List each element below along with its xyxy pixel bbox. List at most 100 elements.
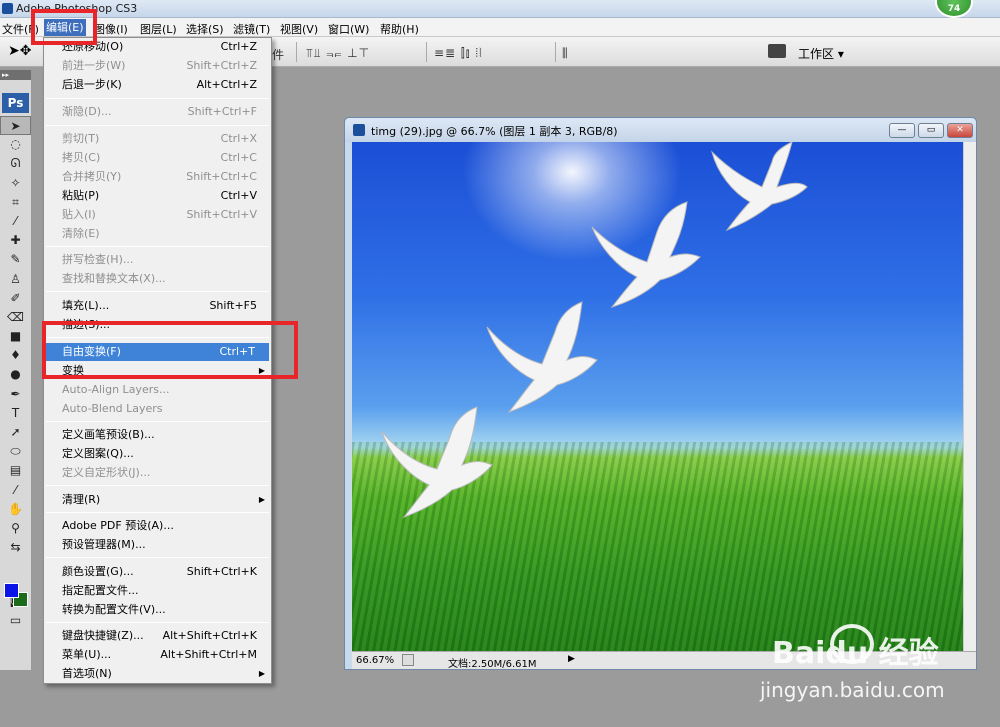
menu-item-cut[interactable]: 剪切(T) Ctrl+X: [44, 130, 271, 148]
app-title-bar: Adobe Photoshop CS3: [0, 0, 1000, 18]
menu-item-auto-align[interactable]: Auto-Align Layers...: [44, 381, 271, 399]
screen-mode-icon[interactable]: ▭: [0, 611, 31, 630]
workspace-icon[interactable]: [768, 44, 786, 58]
history-brush-icon[interactable]: ✐: [0, 289, 31, 308]
menu-layer[interactable]: 图层(L): [140, 21, 177, 37]
vertical-scrollbar[interactable]: [963, 142, 976, 651]
menu-item-define-pattern[interactable]: 定义图案(Q)...: [44, 445, 271, 463]
submenu-arrow-icon: ▶: [258, 669, 265, 678]
blur-tool-icon[interactable]: ♦: [0, 346, 31, 365]
menu-image[interactable]: 图像(I): [94, 21, 128, 37]
magic-wand-icon[interactable]: ✧: [0, 174, 31, 193]
lasso-tool-icon[interactable]: ᘏ: [0, 154, 31, 173]
menu-item-clear[interactable]: 清除(E): [44, 225, 271, 243]
submenu-arrow-icon: ▶: [258, 366, 265, 375]
menu-item-pdf-presets[interactable]: Adobe PDF 预设(A)...: [44, 517, 271, 535]
menu-item-stroke[interactable]: 描边(S)...: [44, 316, 271, 334]
foreground-color-swatch[interactable]: [4, 583, 19, 598]
close-button[interactable]: ✕: [947, 123, 973, 138]
menu-item-fill[interactable]: 填充(L)... Shift+F5: [44, 297, 271, 315]
gradient-tool-icon[interactable]: ■: [0, 327, 31, 346]
marquee-tool-icon[interactable]: ◌: [0, 135, 31, 154]
status-menu-arrow-icon[interactable]: ▶: [568, 654, 575, 664]
document-size: 文档:2.50M/6.61M: [448, 659, 537, 670]
menu-item-copy-merged[interactable]: 合并拷贝(Y) Shift+Ctrl+C: [44, 168, 271, 186]
minimize-button[interactable]: —: [889, 123, 915, 138]
shape-tool-icon[interactable]: ⬭: [0, 442, 31, 461]
menu-item-find-replace[interactable]: 查找和替换文本(X)...: [44, 270, 271, 288]
menu-bar: 文件(F) 编辑(E) 图像(I) 图层(L) 选择(S) 滤镜(T) 视图(V…: [0, 18, 1000, 37]
photoshop-app-icon: [2, 3, 13, 14]
menu-item-paste[interactable]: 粘贴(P) Ctrl+V: [44, 187, 271, 205]
menu-item-assign-profile[interactable]: 指定配置文件...: [44, 582, 271, 600]
menu-edit[interactable]: 编辑(E): [44, 19, 86, 36]
toolbox: ▸▸ Ps ➤ ◌ ᘏ ✧ ⌗ ⁄ ✚ ✎ ♙ ✐ ⌫ ■ ♦ ● ✒ T ➚ …: [0, 70, 32, 670]
hand-tool-icon[interactable]: ✋: [0, 500, 31, 519]
image-canvas[interactable]: [352, 142, 963, 651]
dove-3: [486, 301, 598, 414]
menu-item-paste-into[interactable]: 贴入(I) Shift+Ctrl+V: [44, 206, 271, 224]
menu-item-convert-profile[interactable]: 转换为配置文件(V)...: [44, 601, 271, 619]
menu-help[interactable]: 帮助(H): [380, 21, 419, 37]
menu-item-copy[interactable]: 拷贝(C) Ctrl+C: [44, 149, 271, 167]
eraser-tool-icon[interactable]: ⌫: [0, 308, 31, 327]
dodge-tool-icon[interactable]: ●: [0, 365, 31, 384]
distribute-icons[interactable]: ≡≣ ⫿⫾ ⦙⦚: [434, 46, 483, 61]
eyedropper-icon[interactable]: ⁄: [0, 481, 31, 500]
menu-view[interactable]: 视图(V): [280, 21, 318, 37]
ps-logo: Ps: [2, 93, 29, 113]
watermark-url: jingyan.baidu.com: [760, 678, 945, 702]
document-title-bar[interactable]: timg (29).jpg @ 66.7% (图层 1 副本 3, RGB/8)…: [345, 118, 976, 142]
dove-1: [711, 142, 808, 232]
maximize-button[interactable]: ▭: [918, 123, 944, 138]
menu-item-free-transform[interactable]: 自由变换(F) Ctrl+T: [46, 343, 269, 361]
menu-item-preferences[interactable]: 首选项(N) ▶: [44, 665, 271, 683]
brush-tool-icon[interactable]: ✎: [0, 250, 31, 269]
document-title: timg (29).jpg @ 66.7% (图层 1 副本 3, RGB/8): [371, 125, 618, 138]
menu-item-preset-manager[interactable]: 预设管理器(M)...: [44, 536, 271, 554]
notes-tool-icon[interactable]: ▤: [0, 461, 31, 480]
menu-item-color-settings[interactable]: 颜色设置(G)... Shift+Ctrl+K: [44, 563, 271, 581]
dove-2: [591, 201, 701, 308]
zoom-tool-icon[interactable]: ⚲: [0, 519, 31, 538]
edit-menu-dropdown: 还原移动(O) Ctrl+Z 前进一步(W) Shift+Ctrl+Z 后退一步(K…: [43, 37, 272, 684]
zoom-preview-icon[interactable]: [402, 654, 414, 666]
doves-illustration: [381, 142, 808, 519]
move-tool-icon[interactable]: ➤✥: [8, 43, 31, 59]
clone-stamp-icon[interactable]: ♙: [0, 270, 31, 289]
menu-item-transform[interactable]: 变换 ▶: [44, 362, 271, 380]
menu-file[interactable]: 文件(F): [2, 21, 39, 37]
menu-item-purge[interactable]: 清理(R) ▶: [44, 491, 271, 509]
menu-select[interactable]: 选择(S): [186, 21, 224, 37]
move-tool-icon[interactable]: ➤: [0, 116, 31, 136]
menu-window[interactable]: 窗口(W): [328, 21, 369, 37]
crop-tool-icon[interactable]: ⌗: [0, 193, 31, 212]
slice-tool-icon[interactable]: ⁄: [0, 212, 31, 231]
watermark-brand: Baidu 经验: [772, 636, 939, 671]
document-window: timg (29).jpg @ 66.7% (图层 1 副本 3, RGB/8)…: [344, 117, 977, 670]
menu-item-spell-check[interactable]: 拼写检查(H)...: [44, 251, 271, 269]
menu-item-define-brush[interactable]: 定义画笔预设(B)...: [44, 426, 271, 444]
document-icon: [353, 124, 365, 136]
menu-item-step-forward[interactable]: 前进一步(W) Shift+Ctrl+Z: [44, 57, 271, 75]
auto-align-icon[interactable]: ⫼: [562, 46, 569, 61]
healing-brush-icon[interactable]: ✚: [0, 231, 31, 250]
options-partial-label: 件: [272, 48, 286, 62]
align-icons[interactable]: ⫪⫫ ⫬⫭ ⊥⊤: [306, 46, 370, 61]
workspace-button[interactable]: 工作区 ▾: [798, 45, 844, 62]
path-select-icon[interactable]: ➚: [0, 423, 31, 442]
type-tool-icon[interactable]: T: [0, 404, 31, 423]
pen-tool-icon[interactable]: ✒: [0, 385, 31, 404]
menu-item-keyboard-shortcuts[interactable]: 键盘快捷键(Z)... Alt+Shift+Ctrl+K: [44, 627, 271, 645]
menu-item-undo[interactable]: 还原移动(O) Ctrl+Z: [44, 38, 271, 56]
menu-item-menus[interactable]: 菜单(U)... Alt+Shift+Ctrl+M: [44, 646, 271, 664]
dove-4: [381, 406, 493, 519]
swap-colors-icon[interactable]: ⇆: [0, 538, 31, 557]
menu-item-fade[interactable]: 渐隐(D)... Shift+Ctrl+F: [44, 103, 271, 121]
menu-item-auto-blend[interactable]: Auto-Blend Layers: [44, 400, 271, 418]
zoom-level[interactable]: 66.67%: [356, 655, 394, 666]
toolbox-header[interactable]: ▸▸: [0, 70, 31, 80]
menu-item-step-backward[interactable]: 后退一步(K) Alt+Ctrl+Z: [44, 76, 271, 94]
menu-item-define-shape[interactable]: 定义自定形状(J)...: [44, 464, 271, 482]
menu-filter[interactable]: 滤镜(T): [233, 21, 270, 37]
